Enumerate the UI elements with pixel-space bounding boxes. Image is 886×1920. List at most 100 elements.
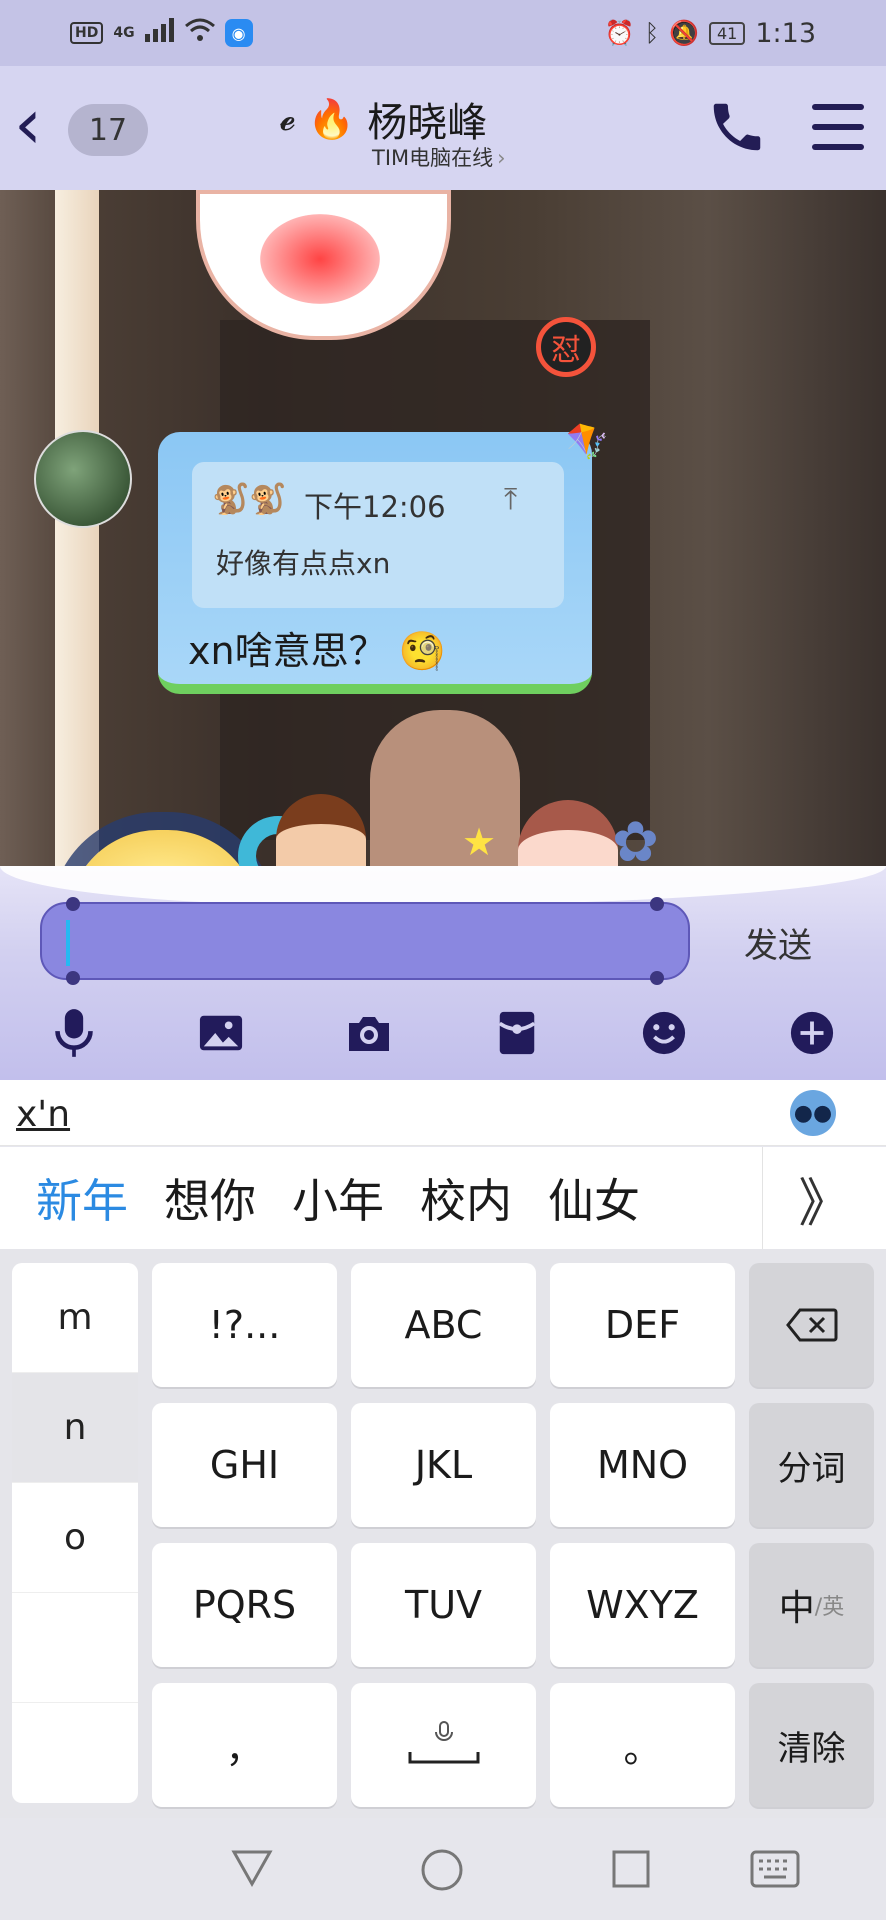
text-caret (66, 920, 70, 966)
fire-icon: 🔥 (307, 96, 356, 141)
bunny-sticker (196, 190, 451, 340)
key-jkl[interactable]: JKL (351, 1403, 536, 1527)
key-mno[interactable]: MNO (550, 1403, 735, 1527)
key-comma[interactable]: ， (152, 1683, 337, 1807)
wave-decoration (0, 866, 886, 906)
lang-main: 中 (778, 1588, 815, 1629)
letter-option[interactable]: o (12, 1483, 138, 1593)
avatar[interactable] (34, 430, 132, 528)
status-left: HD 4G ◉ (70, 18, 253, 48)
alarm-icon: ⏰ (604, 19, 635, 47)
letter-option[interactable] (12, 1703, 138, 1803)
message-input[interactable] (40, 897, 690, 985)
keyboard: m n o !?... ABC DEF GHI JKL MNO 分词 PQRS … (0, 1249, 886, 1818)
space-key[interactable] (351, 1683, 536, 1807)
more-candidates-button[interactable]: 》 (762, 1147, 886, 1249)
menu-icon[interactable] (812, 104, 864, 150)
send-button[interactable]: 发送 (744, 918, 812, 967)
key-abc[interactable]: ABC (351, 1263, 536, 1387)
message-bubble[interactable]: 🐒🐒 下午12:06 ⤒ 好像有点点xn xn啥意思？ 🧐 (158, 432, 592, 694)
chat-area[interactable]: 怼 🐒🐒 下午12:06 ⤒ 好像有点点xn xn啥意思？ 🧐 🪁 ★ ✿ (0, 190, 886, 900)
pinyin-letter-list[interactable]: m n o (12, 1263, 138, 1803)
jump-to-message-icon[interactable]: ⤒ (504, 482, 517, 517)
hd-icon: HD (70, 22, 104, 44)
candidate-item[interactable]: 校内 (420, 1165, 512, 1231)
unread-badge[interactable]: 17 (68, 104, 148, 156)
key-pqrs[interactable]: PQRS (152, 1543, 337, 1667)
emoji-icon[interactable] (634, 1003, 694, 1063)
corner-dot (66, 897, 80, 911)
candidate-bar: 新年 想你 小年 校内 仙女 》 (0, 1147, 886, 1249)
status-bar: HD 4G ◉ ⏰ ᛒ 🔕 41 1:13 (0, 0, 886, 66)
mute-icon: 🔕 (669, 19, 699, 47)
battery-icon: 41 (709, 21, 746, 45)
candidate-item[interactable]: 想你 (164, 1165, 256, 1231)
title-group[interactable]: 𝓮 🔥 杨晓峰 (280, 90, 487, 148)
camera-icon[interactable] (339, 1003, 399, 1063)
back-icon[interactable]: ‹ (14, 89, 62, 164)
quote-time: 下午12:06 (304, 490, 446, 524)
candidate-item[interactable]: 小年 (292, 1165, 384, 1231)
home-circle-icon[interactable] (420, 1848, 464, 1896)
ime-composing-bar: x'n ●● (0, 1080, 886, 1146)
backspace-key[interactable] (749, 1263, 874, 1387)
message-text-row: xn啥意思？ 🧐 (188, 620, 446, 675)
star-icon: ★ (462, 820, 497, 864)
red-packet-icon[interactable] (487, 1003, 547, 1063)
language-switch-key[interactable]: 中/英 (749, 1543, 874, 1667)
space-mic-icon (408, 1721, 479, 1764)
quote-text: 好像有点点xn (216, 547, 391, 580)
wifi-icon (184, 18, 215, 48)
backspace-icon (785, 1308, 837, 1342)
signal-icon (144, 18, 175, 48)
chat-header: ‹ 17 𝓮 🔥 杨晓峰 TIM电脑在线 › (0, 66, 886, 190)
clear-key[interactable]: 清除 (749, 1683, 874, 1807)
status-right: ⏰ ᛒ 🔕 41 1:13 (605, 18, 816, 49)
kite-icon: 🪁 (566, 422, 609, 462)
corner-dot (650, 971, 664, 985)
ime-logo-icon[interactable]: ●● (790, 1090, 836, 1136)
quoted-message[interactable]: 🐒🐒 下午12:06 ⤒ 好像有点点xn (192, 462, 564, 608)
network-label: 4G (113, 25, 135, 41)
key-def[interactable]: DEF (550, 1263, 735, 1387)
key-wxyz[interactable]: WXYZ (550, 1543, 735, 1667)
message-text: xn啥意思？ (188, 629, 387, 673)
system-nav-bar (0, 1818, 886, 1920)
screen: HD 4G ◉ ⏰ ᛒ 🔕 41 1:13 ‹ 17 𝓮 🔥 杨晓峰 TIM电脑… (0, 0, 886, 1920)
candidate-item[interactable]: 新年 (36, 1165, 128, 1231)
key-punctuation[interactable]: !?... (152, 1263, 337, 1387)
key-ghi[interactable]: GHI (152, 1403, 337, 1527)
chevron-right-icon: › (497, 146, 506, 170)
app-notification-icon: ◉ (224, 19, 253, 47)
keyboard-toggle-icon[interactable] (750, 1850, 800, 1892)
bluetooth-icon: ᛒ (644, 19, 660, 47)
angry-badge-icon: 怼 (536, 317, 596, 377)
segment-key[interactable]: 分词 (749, 1403, 874, 1527)
composing-text[interactable]: x'n (16, 1094, 70, 1135)
plus-icon[interactable] (782, 1003, 842, 1063)
microphone-icon[interactable] (44, 1003, 104, 1063)
candidate-item[interactable]: 仙女 (548, 1165, 640, 1231)
earpiece-icon[interactable]: 𝓮 (280, 98, 296, 140)
online-status[interactable]: TIM电脑在线 › (372, 142, 506, 172)
double-chevron-right-icon: 》 (798, 1173, 851, 1234)
thinking-emoji-icon: 🧐 (398, 629, 446, 673)
lang-sub: /英 (814, 1595, 845, 1620)
corner-dot (650, 897, 664, 911)
letter-option[interactable] (12, 1593, 138, 1703)
key-period[interactable]: 。 (550, 1683, 735, 1807)
monkey-emoji-icon: 🐒🐒 (212, 482, 287, 517)
letter-option[interactable]: m (12, 1263, 138, 1373)
input-bar: 发送 (0, 866, 886, 1080)
clock: 1:13 (755, 17, 816, 49)
chat-toolbar (0, 990, 886, 1076)
corner-dot (66, 971, 80, 985)
recents-square-icon[interactable] (612, 1850, 650, 1892)
online-status-label: TIM电脑在线 (372, 146, 494, 170)
contact-name: 杨晓峰 (367, 100, 488, 146)
phone-icon[interactable] (706, 96, 768, 158)
letter-option-selected[interactable]: n (12, 1373, 138, 1483)
image-icon[interactable] (191, 1003, 251, 1063)
back-triangle-icon[interactable] (230, 1848, 274, 1892)
key-tuv[interactable]: TUV (351, 1543, 536, 1667)
